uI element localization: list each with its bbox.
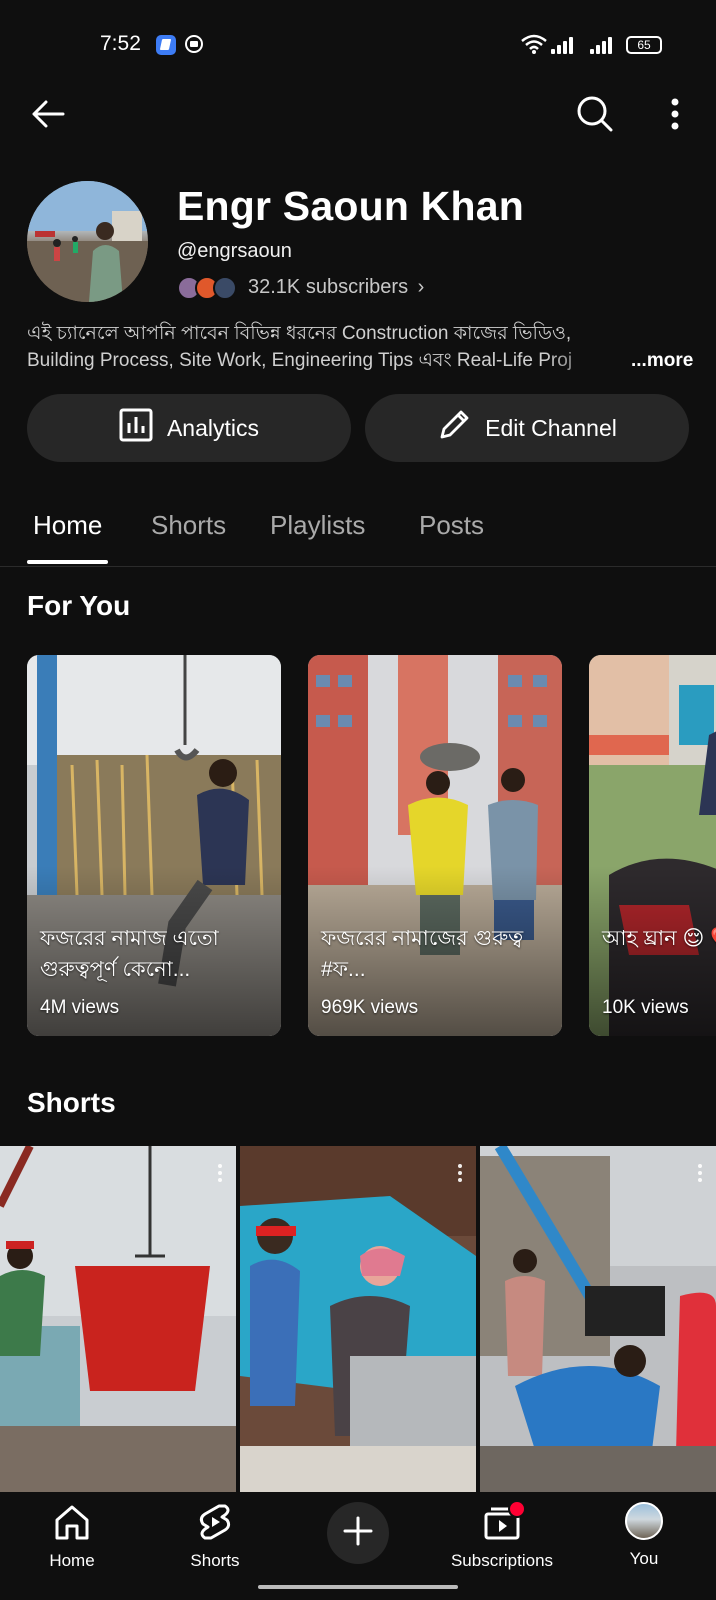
short-menu-icon[interactable] bbox=[458, 1164, 462, 1185]
nav-you-label: You bbox=[629, 1549, 659, 1568]
shorts-icon bbox=[195, 1504, 235, 1546]
short-thumbnail[interactable] bbox=[0, 1146, 236, 1492]
edit-channel-button[interactable]: Edit Channel bbox=[365, 394, 689, 462]
analytics-icon bbox=[119, 408, 153, 448]
short-menu-icon[interactable] bbox=[698, 1164, 702, 1185]
app-notification-icon bbox=[156, 35, 176, 55]
nav-home-label: Home bbox=[49, 1551, 95, 1570]
analytics-button[interactable]: Analytics bbox=[27, 394, 351, 462]
chevron-right-icon: › bbox=[417, 276, 425, 298]
search-icon[interactable] bbox=[571, 90, 619, 138]
video-card[interactable]: আহ ঘ্রান 😌 ❤️ #ytshor 10K views bbox=[589, 655, 716, 1036]
notification-dot bbox=[508, 1500, 526, 1518]
battery-icon: 65 bbox=[626, 36, 662, 54]
profile-avatar bbox=[625, 1502, 663, 1540]
video-title: ফজরের নামাজের গুরুত্ব #ফ... bbox=[321, 927, 524, 981]
tab-shorts[interactable]: Shorts bbox=[151, 510, 226, 541]
for-you-title: For You bbox=[27, 590, 131, 621]
nav-shorts[interactable]: Shorts bbox=[155, 1502, 275, 1571]
channel-description[interactable]: এই চ্যানেলে আপনি পাবেন বিভিন্ন ধরনের Con… bbox=[27, 320, 697, 374]
wifi-icon bbox=[521, 34, 547, 54]
youtube-notification-icon bbox=[185, 35, 203, 53]
subscriptions-icon bbox=[482, 1500, 526, 1547]
short-thumbnail[interactable] bbox=[240, 1146, 476, 1492]
short-thumbnail[interactable] bbox=[480, 1146, 716, 1492]
tab-home[interactable]: Home bbox=[33, 510, 102, 541]
video-card[interactable]: ফজরের নামাজ এতো গুরুত্বপূর্ণ কেনো... 4M … bbox=[27, 655, 281, 1036]
gesture-home-indicator bbox=[258, 1585, 458, 1589]
channel-avatar[interactable] bbox=[27, 181, 148, 302]
subscriber-avatars[interactable] bbox=[177, 274, 241, 302]
nav-subscriptions[interactable]: Subscriptions bbox=[442, 1500, 562, 1571]
video-title: ফজরের নামাজ এতো গুরুত্বপূর্ণ কেনো... bbox=[40, 927, 219, 981]
active-tab-indicator bbox=[27, 560, 108, 564]
shorts-title: Shorts bbox=[27, 1087, 116, 1118]
back-arrow-icon[interactable] bbox=[24, 90, 72, 138]
signal-icon bbox=[551, 36, 577, 54]
video-views: 10K views bbox=[602, 997, 689, 1018]
create-button[interactable] bbox=[327, 1502, 389, 1564]
subscriber-count[interactable]: 32.1K subscribers › bbox=[248, 276, 424, 299]
status-time: 7:52 bbox=[100, 32, 141, 55]
video-views: 4M views bbox=[40, 997, 120, 1018]
bottom-navigation: Home Shorts Subscriptions You bbox=[0, 1492, 716, 1600]
channel-handle: @engrsaoun bbox=[177, 240, 292, 262]
description-line-2: Building Process, Site Work, Engineering… bbox=[27, 350, 573, 371]
tab-playlists[interactable]: Playlists bbox=[270, 510, 365, 541]
short-menu-icon[interactable] bbox=[218, 1164, 222, 1185]
nav-subscriptions-label: Subscriptions bbox=[450, 1551, 554, 1570]
signal-icon-2 bbox=[590, 36, 616, 54]
video-card[interactable]: ফজরের নামাজের গুরুত্ব #ফ... 969K views bbox=[308, 655, 562, 1036]
nav-shorts-label: Shorts bbox=[190, 1551, 240, 1570]
nav-you[interactable]: You bbox=[584, 1502, 704, 1569]
description-line-1: এই চ্যানেলে আপনি পাবেন বিভিন্ন ধরনের Con… bbox=[27, 323, 572, 344]
pencil-icon bbox=[437, 408, 471, 448]
nav-home[interactable]: Home bbox=[12, 1502, 132, 1571]
video-title: আহ ঘ্রান 😌 ❤️ #ytshor bbox=[602, 927, 716, 950]
more-link[interactable]: ...more bbox=[631, 350, 693, 371]
more-options-icon[interactable] bbox=[651, 90, 699, 138]
tab-divider bbox=[0, 566, 716, 567]
analytics-label: Analytics bbox=[166, 414, 260, 441]
home-icon bbox=[52, 1505, 92, 1546]
video-views: 969K views bbox=[321, 997, 419, 1018]
edit-channel-label: Edit Channel bbox=[485, 414, 617, 441]
create-icon bbox=[342, 1515, 374, 1552]
channel-name: Engr Saoun Khan bbox=[177, 183, 524, 229]
tab-posts[interactable]: Posts bbox=[419, 510, 484, 541]
